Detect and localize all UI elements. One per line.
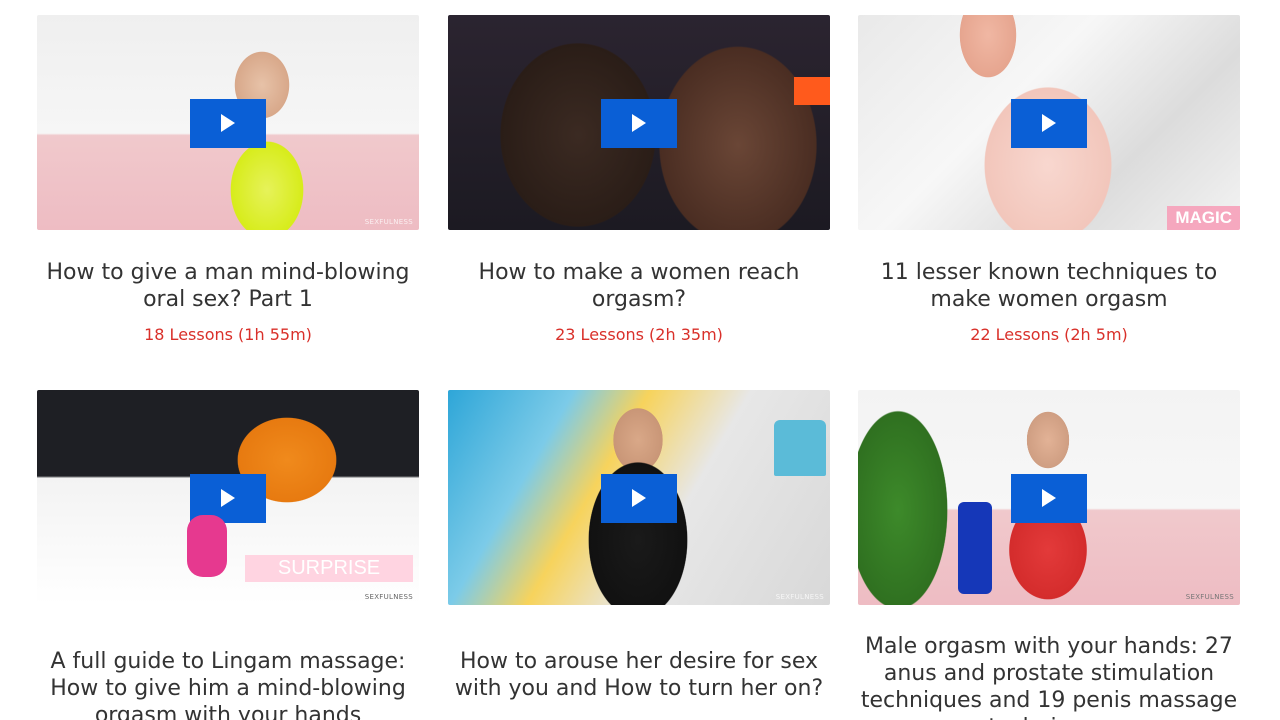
play-icon — [1042, 114, 1056, 132]
pillow — [958, 502, 992, 594]
course-title[interactable]: How to arouse her desire for sex with yo… — [448, 648, 830, 702]
course-lessons: 22 Lessons (2h 5m) — [970, 325, 1128, 344]
course-thumbnail[interactable] — [448, 15, 830, 230]
play-icon — [221, 489, 235, 507]
watermark: SEXFULNESS — [1185, 593, 1234, 601]
course-title[interactable]: Male orgasm with your hands: 27 anus and… — [858, 633, 1240, 720]
course-title[interactable]: How to give a man mind-blowing oral sex?… — [37, 259, 419, 313]
play-button[interactable] — [1011, 98, 1087, 148]
course-title[interactable]: 11 lesser known techniques to make women… — [858, 259, 1240, 313]
course-card[interactable]: SEXFULNESS How to arouse her desire for … — [448, 390, 830, 714]
course-card[interactable]: How to make a women reach orgasm? 23 Les… — [448, 15, 830, 345]
course-lessons: 18 Lessons (1h 55m) — [144, 325, 312, 344]
course-thumbnail[interactable]: SEXFULNESS — [37, 15, 419, 230]
thumbnail-tag: MAGIC — [1167, 206, 1240, 230]
play-icon — [221, 114, 235, 132]
course-card[interactable]: SEXFULNESS Male orgasm with your hands: … — [858, 390, 1240, 720]
course-card[interactable]: SURPRISE SEXFULNESS A full guide to Ling… — [37, 390, 419, 720]
lamp-shade — [774, 420, 826, 476]
course-card[interactable]: SEXFULNESS How to give a man mind-blowin… — [37, 15, 419, 345]
play-button[interactable] — [601, 473, 677, 523]
play-icon — [632, 114, 646, 132]
course-title[interactable]: A full guide to Lingam massage: How to g… — [37, 648, 419, 720]
play-button[interactable] — [190, 98, 266, 148]
play-icon — [632, 489, 646, 507]
course-card[interactable]: MAGIC 11 lesser known techniques to make… — [858, 15, 1240, 345]
course-title[interactable]: How to make a women reach orgasm? — [448, 259, 830, 313]
course-thumbnail[interactable]: SEXFULNESS — [448, 390, 830, 605]
play-button[interactable] — [601, 98, 677, 148]
course-thumbnail[interactable]: SURPRISE SEXFULNESS — [37, 390, 419, 605]
course-lessons: 23 Lessons (2h 35m) — [555, 325, 723, 344]
watermark: SEXFULNESS — [364, 218, 413, 226]
course-thumbnail[interactable]: SEXFULNESS — [858, 390, 1240, 605]
watermark: SEXFULNESS — [775, 593, 824, 601]
play-icon — [1042, 489, 1056, 507]
course-grid: SEXFULNESS How to give a man mind-blowin… — [0, 0, 1280, 720]
toy-shape — [187, 515, 227, 577]
thumbnail-tag: SURPRISE — [245, 555, 413, 582]
background-light — [794, 77, 830, 105]
course-thumbnail[interactable]: MAGIC — [858, 15, 1240, 230]
play-button[interactable] — [1011, 473, 1087, 523]
watermark: SEXFULNESS — [364, 593, 413, 601]
